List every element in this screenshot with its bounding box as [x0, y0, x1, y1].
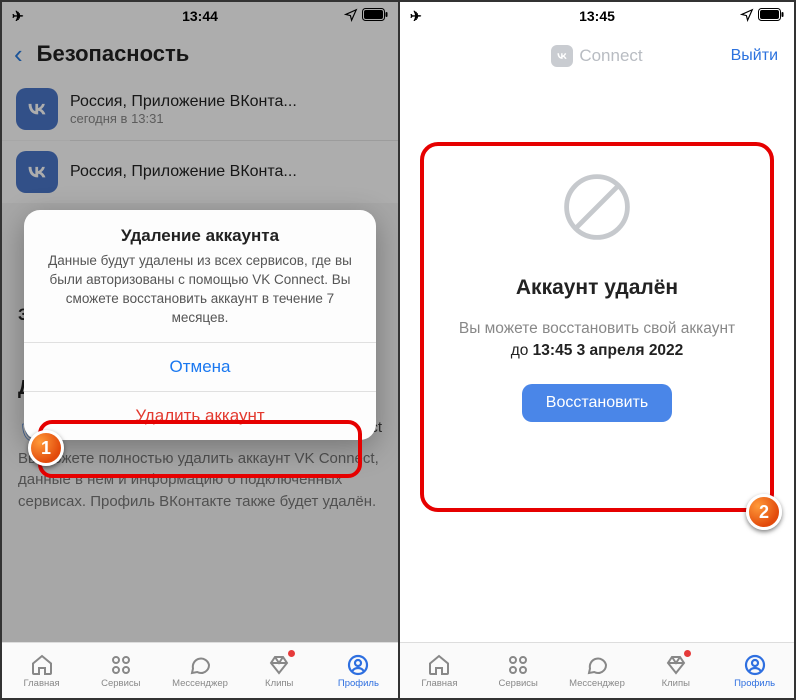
- session-title: Россия, Приложение ВКонта...: [70, 163, 384, 181]
- screen-delete-confirm: ✈︎ 13:44 ‹ Безопасность: [2, 2, 398, 698]
- sheet-body: Данные будут удалены из всех сервисов, г…: [24, 252, 376, 342]
- card-subtitle: Вы можете восстановить свой аккаунт: [438, 318, 756, 340]
- airplane-icon: ✈︎: [410, 8, 422, 25]
- battery-icon: [362, 8, 388, 24]
- messenger-icon: [585, 653, 609, 677]
- screen-account-deleted: ✈︎ 13:45 Conne: [398, 2, 794, 698]
- card-title: Аккаунт удалён: [438, 276, 756, 300]
- tabbar: Главная Сервисы Мессенджер Клипы Профиль: [2, 642, 398, 698]
- tab-messenger[interactable]: Мессенджер: [558, 643, 637, 698]
- session-subtitle: сегодня в 13:31: [70, 111, 384, 126]
- vk-app-icon: [16, 151, 58, 193]
- vk-app-icon: [16, 88, 58, 130]
- statusbar: ✈︎ 13:44: [2, 2, 398, 30]
- home-icon: [30, 653, 54, 677]
- messenger-icon: [188, 653, 212, 677]
- profile-icon: [346, 653, 370, 677]
- battery-icon: [758, 8, 784, 24]
- vk-connect-logo: Connect: [551, 45, 642, 67]
- session-item[interactable]: Россия, Приложение ВКонта...: [2, 141, 398, 203]
- delete-account-sheet: Удаление аккаунта Данные будут удалены и…: [24, 210, 376, 440]
- notification-dot-icon: [684, 650, 691, 657]
- cancel-button[interactable]: Отмена: [24, 342, 376, 391]
- clips-icon: [267, 653, 291, 677]
- back-icon[interactable]: ‹: [14, 39, 23, 70]
- home-icon: [427, 653, 451, 677]
- notification-dot-icon: [288, 650, 295, 657]
- vk-icon: [551, 45, 573, 67]
- status-time: 13:45: [400, 8, 794, 24]
- connect-header: Connect Выйти: [400, 30, 794, 82]
- sheet-title: Удаление аккаунта: [24, 210, 376, 252]
- deleted-card: Аккаунт удалён Вы можете восстановить св…: [420, 137, 774, 456]
- page-header: ‹ Безопасность: [2, 30, 398, 78]
- logout-button[interactable]: Выйти: [731, 30, 778, 82]
- tab-clips[interactable]: Клипы: [636, 643, 715, 698]
- tab-profile[interactable]: Профиль: [715, 643, 794, 698]
- tab-profile[interactable]: Профиль: [319, 643, 398, 698]
- annotation-marker-2: 2: [746, 494, 782, 530]
- delete-account-button[interactable]: Удалить аккаунт: [24, 391, 376, 440]
- services-icon: [506, 653, 530, 677]
- services-icon: [109, 653, 133, 677]
- location-icon: [740, 8, 754, 25]
- tab-services[interactable]: Сервисы: [479, 643, 558, 698]
- card-date: до 13:45 3 апреля 2022: [438, 342, 756, 360]
- session-title: Россия, Приложение ВКонта...: [70, 93, 384, 111]
- tab-services[interactable]: Сервисы: [81, 643, 160, 698]
- bg-paragraph: Вы можете полностью удалить аккаунт VK C…: [2, 448, 398, 513]
- tab-messenger[interactable]: Мессенджер: [160, 643, 239, 698]
- session-item[interactable]: Россия, Приложение ВКонта... сегодня в 1…: [2, 78, 398, 140]
- location-icon: [344, 8, 358, 25]
- statusbar: ✈︎ 13:45: [400, 2, 794, 30]
- profile-icon: [743, 653, 767, 677]
- tabbar: Главная Сервисы Мессенджер Клипы Профиль: [400, 642, 794, 698]
- airplane-icon: ✈︎: [12, 8, 24, 25]
- tab-home[interactable]: Главная: [2, 643, 81, 698]
- page-title: Безопасность: [37, 41, 190, 67]
- status-time: 13:44: [2, 8, 398, 24]
- annotation-marker-1: 1: [28, 430, 64, 466]
- forbidden-icon: [557, 167, 637, 247]
- tab-home[interactable]: Главная: [400, 643, 479, 698]
- tab-clips[interactable]: Клипы: [240, 643, 319, 698]
- restore-button[interactable]: Восстановить: [522, 384, 672, 422]
